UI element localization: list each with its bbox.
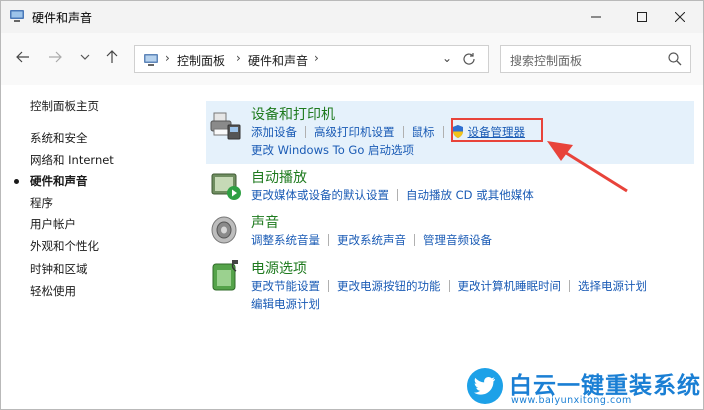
- power-icon: [212, 260, 238, 291]
- sidebar-item-ease-of-access[interactable]: 轻松使用: [30, 283, 76, 299]
- category-links-row: 编辑电源计划: [251, 296, 320, 312]
- sidebar-item-clock-region[interactable]: 时钟和区域: [30, 261, 88, 277]
- window-title: 硬件和声音: [32, 11, 93, 25]
- sidebar-item-user-accounts[interactable]: 用户帐户: [30, 216, 76, 232]
- autoplay-icon: [211, 173, 241, 200]
- category-links-row: 更改媒体或设备的默认设置 自动播放 CD 或其他媒体: [251, 187, 534, 203]
- maximize-icon: [637, 12, 647, 22]
- divider: [569, 280, 570, 292]
- link-power-button-function[interactable]: 更改电源按钮的功能: [337, 278, 441, 294]
- link-manage-audio-devices[interactable]: 管理音频设备: [423, 232, 492, 248]
- link-advanced-printer-setup[interactable]: 高级打印机设置: [314, 124, 395, 140]
- control-panel-app-icon: [10, 10, 24, 22]
- speaker-icon: [211, 216, 237, 244]
- arrow-up-icon: [106, 50, 118, 63]
- breadcrumb-separator-icon: ›: [165, 51, 170, 65]
- link-windows-to-go[interactable]: 更改 Windows To Go 启动选项: [251, 142, 414, 158]
- category-links-row: 更改 Windows To Go 启动选项: [251, 142, 414, 158]
- control-panel-location-icon: [144, 54, 158, 66]
- link-add-device[interactable]: 添加设备: [251, 124, 297, 140]
- link-change-system-sounds[interactable]: 更改系统声音: [337, 232, 406, 248]
- divider: [448, 280, 450, 292]
- link-adjust-volume[interactable]: 调整系统音量: [251, 232, 320, 248]
- divider: [414, 234, 415, 246]
- category-links-row: 更改节能设置 更改电源按钮的功能 更改计算机睡眠时间 选择电源计划: [251, 278, 647, 294]
- annotation-highlight-box: [451, 118, 543, 142]
- divider: [397, 189, 398, 201]
- printer-icon: [210, 112, 241, 140]
- arrow-left-icon: [16, 51, 29, 63]
- divider: [402, 126, 404, 138]
- minimize-icon: [591, 16, 601, 18]
- minimize-button[interactable]: [573, 1, 619, 33]
- address-bar[interactable]: › 控制面板 › 硬件和声音 › ⌄: [134, 45, 489, 73]
- breadcrumb-separator-icon[interactable]: ›: [236, 51, 241, 65]
- forward-button[interactable]: [45, 47, 65, 67]
- bird-logo-icon: [467, 368, 503, 404]
- back-button[interactable]: [13, 47, 33, 67]
- link-autoplay-cd[interactable]: 自动播放 CD 或其他媒体: [406, 187, 534, 203]
- link-edit-power-plan[interactable]: 编辑电源计划: [251, 296, 320, 312]
- link-change-media-defaults[interactable]: 更改媒体或设备的默认设置: [251, 187, 389, 203]
- refresh-icon[interactable]: [462, 52, 476, 66]
- control-panel-window: 硬件和声音 › 控制面板 › 硬件和声音 › ⌄ 搜索控制面板 控制面板主页 系…: [0, 0, 704, 410]
- category-title[interactable]: 声音: [251, 212, 279, 232]
- link-change-power-saving[interactable]: 更改节能设置: [251, 278, 320, 294]
- category-autoplay: 自动播放 更改媒体或设备的默认设置 自动播放 CD 或其他媒体: [206, 167, 694, 207]
- search-box[interactable]: 搜索控制面板: [500, 45, 691, 73]
- sidebar-item-network[interactable]: 网络和 Internet: [30, 152, 114, 168]
- search-icon[interactable]: [668, 52, 682, 66]
- address-dropdown-icon[interactable]: ⌄: [442, 51, 452, 65]
- link-choose-power-plan[interactable]: 选择电源计划: [578, 278, 647, 294]
- current-item-bullet-icon: [14, 179, 19, 184]
- sidebar-item-programs[interactable]: 程序: [30, 195, 53, 211]
- category-power-options: 电源选项 更改节能设置 更改电源按钮的功能 更改计算机睡眠时间 选择电源计划 编辑电源…: [206, 258, 694, 314]
- sidebar-item-system-security[interactable]: 系统和安全: [30, 130, 88, 146]
- title-bar: 硬件和声音: [1, 1, 703, 33]
- category-sound: 声音 调整系统音量 更改系统声音 管理音频设备: [206, 212, 694, 252]
- breadcrumb-control-panel[interactable]: 控制面板: [177, 52, 225, 69]
- navigation-bar: › 控制面板 › 硬件和声音 › ⌄ 搜索控制面板: [1, 33, 703, 85]
- up-button[interactable]: [102, 47, 122, 67]
- arrow-right-icon: [49, 51, 62, 63]
- category-title[interactable]: 电源选项: [251, 258, 307, 278]
- sidebar-item-control-panel-home[interactable]: 控制面板主页: [30, 98, 99, 114]
- divider: [305, 126, 306, 138]
- chevron-down-icon: [80, 54, 90, 60]
- category-links-row: 调整系统音量 更改系统声音 管理音频设备: [251, 232, 492, 248]
- link-mouse[interactable]: 鼠标: [412, 124, 435, 140]
- close-button[interactable]: [657, 1, 703, 33]
- category-title[interactable]: 设备和打印机: [251, 104, 335, 124]
- recent-locations-button[interactable]: [75, 47, 95, 67]
- link-sleep-time[interactable]: 更改计算机睡眠时间: [458, 278, 562, 294]
- close-icon: [675, 12, 685, 22]
- category-title[interactable]: 自动播放: [251, 167, 307, 187]
- sidebar-item-hardware-sound: 硬件和声音: [30, 174, 88, 188]
- watermark: 白云一键重装系统 www.baiyunxitong.com: [467, 366, 700, 408]
- divider: [442, 126, 444, 138]
- sidebar-item-appearance[interactable]: 外观和个性化: [30, 238, 99, 254]
- breadcrumb-hardware-sound[interactable]: 硬件和声音: [248, 52, 308, 69]
- divider: [328, 234, 329, 246]
- watermark-url: www.baiyunxitong.com: [511, 395, 632, 406]
- divider: [328, 280, 329, 292]
- breadcrumb-separator-icon[interactable]: ›: [314, 51, 319, 65]
- search-input[interactable]: 搜索控制面板: [510, 52, 582, 69]
